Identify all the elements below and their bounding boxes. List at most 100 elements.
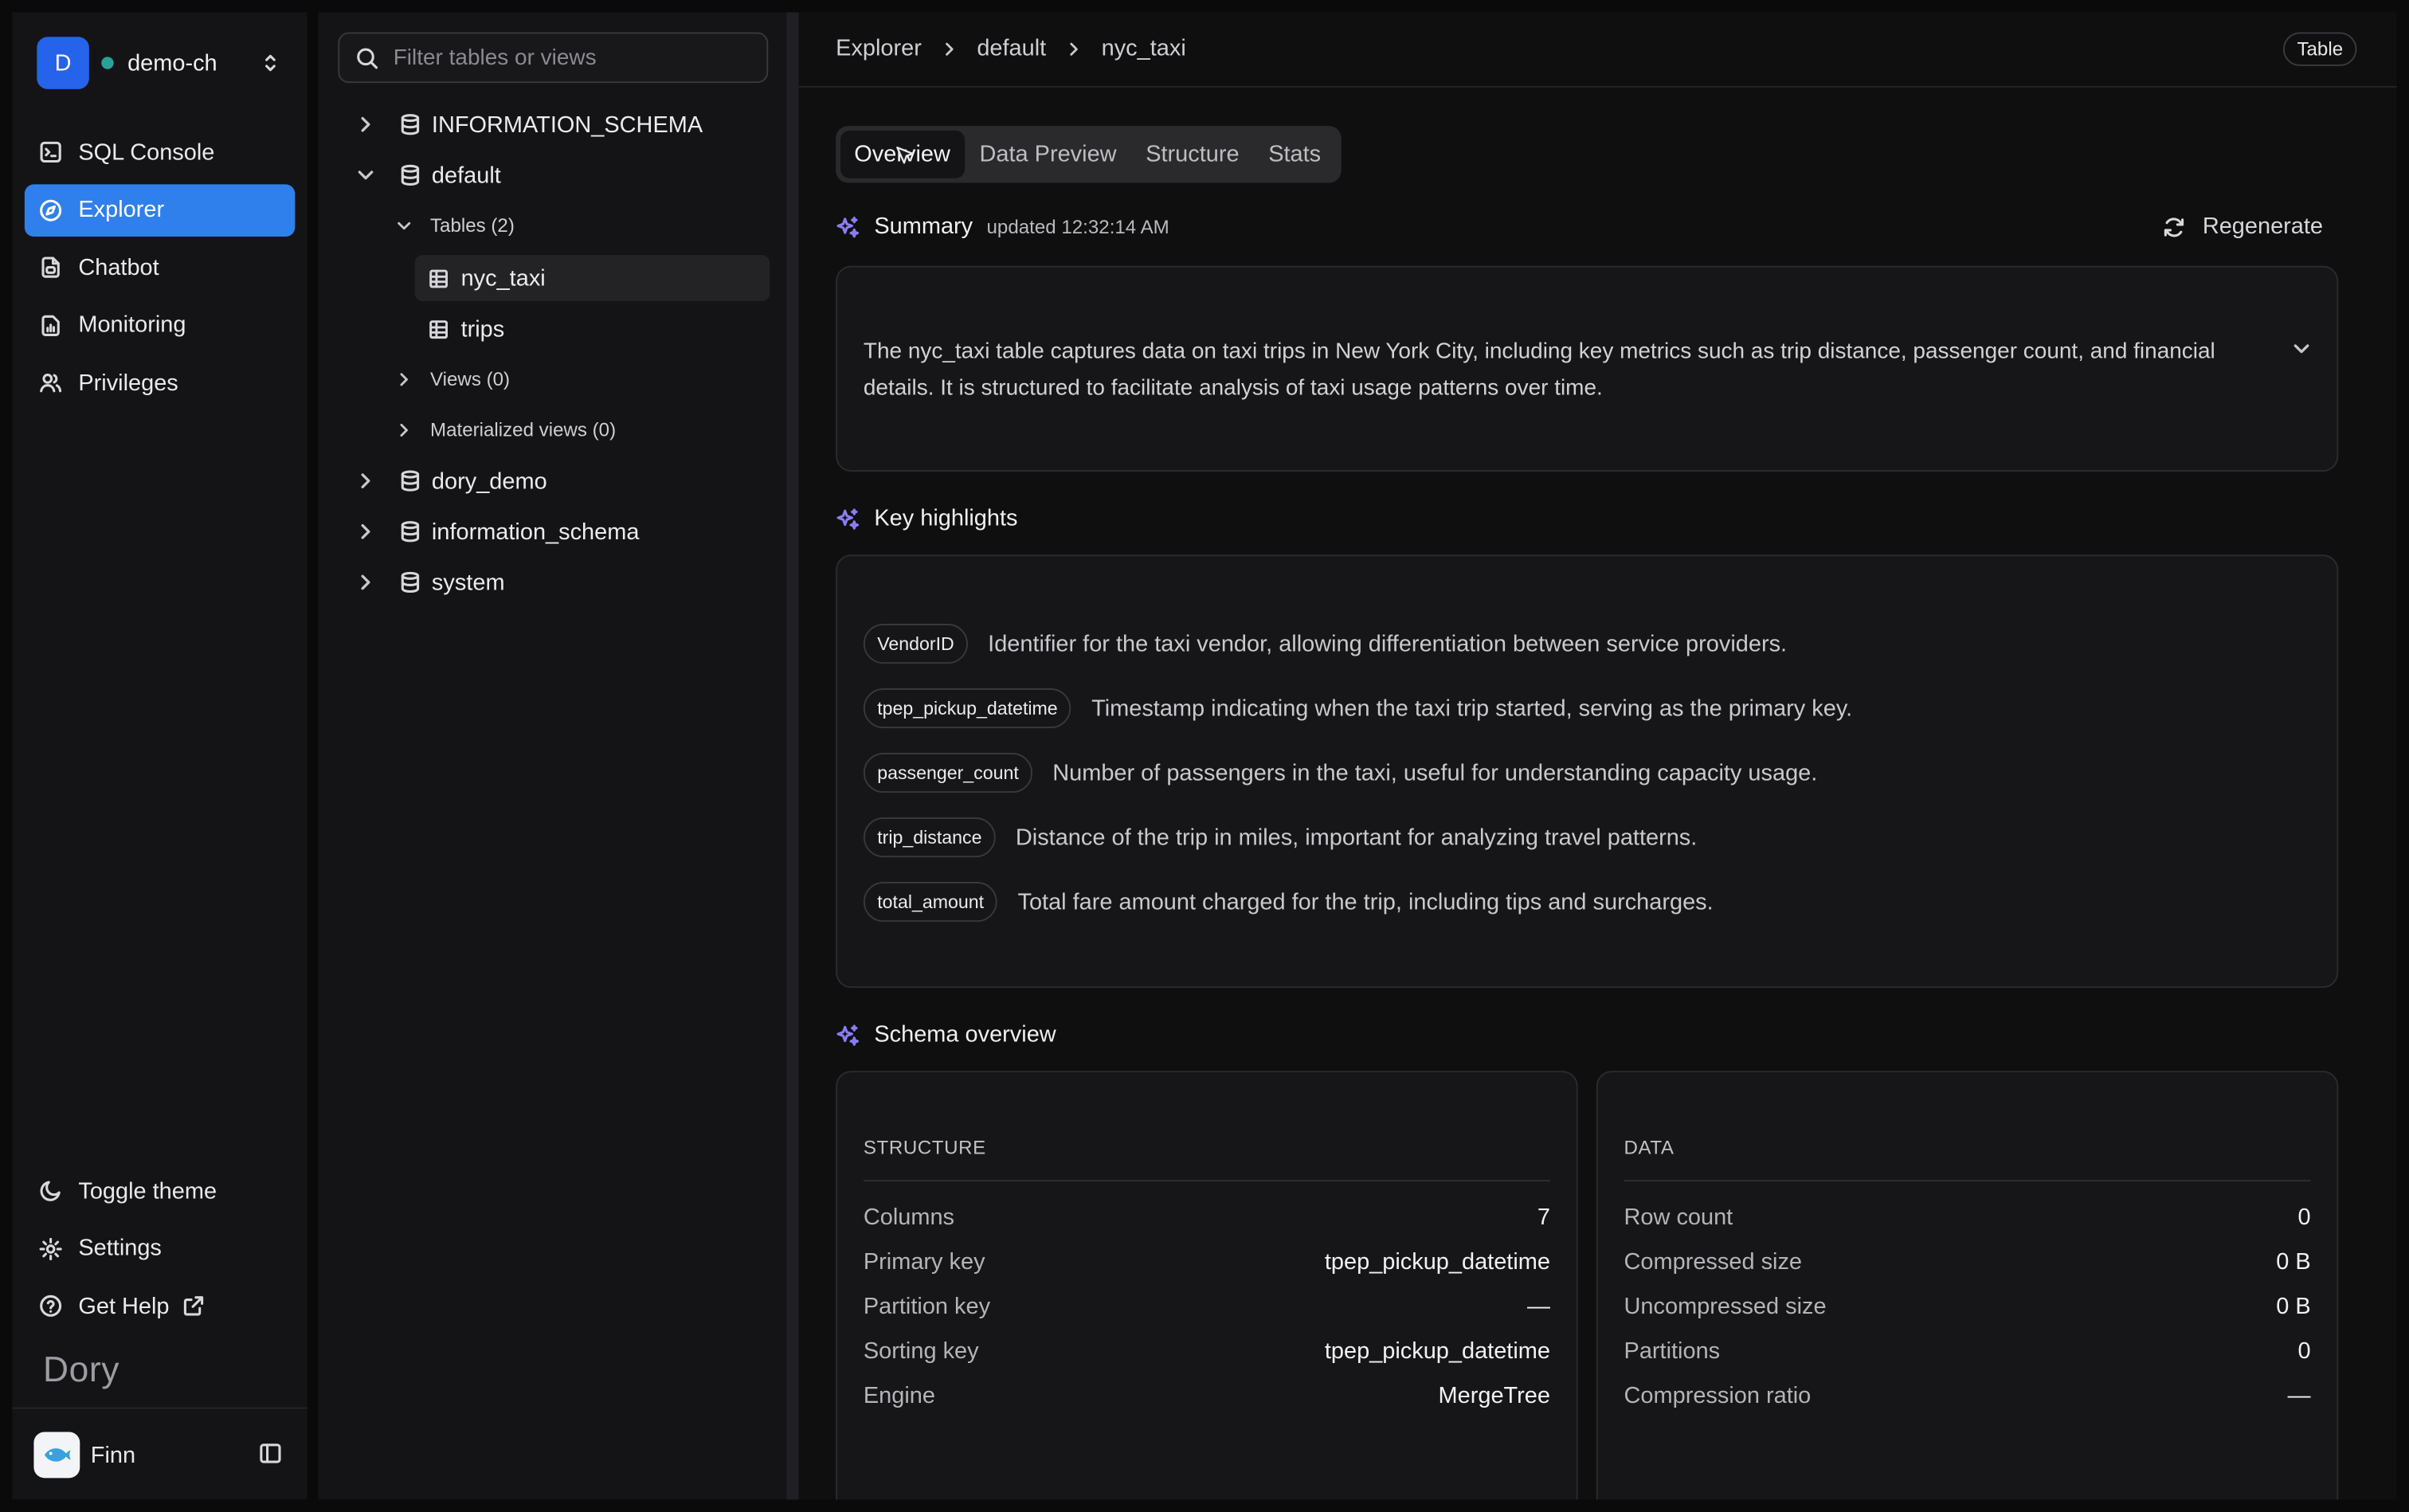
chevron-right-icon (361, 574, 370, 590)
divider (863, 1180, 1550, 1182)
tree-label: nyc_taxi (460, 264, 546, 292)
tree-db-information-schema[interactable]: information_schema (355, 508, 639, 554)
chatbot-icon (41, 257, 60, 278)
user-menu[interactable]: Finn (33, 1432, 136, 1479)
tree-db-default[interactable]: default (355, 152, 501, 198)
chevron-right-icon (400, 423, 408, 437)
schema-title: Schema overview (874, 1021, 1056, 1048)
structure-row: Primary key tpep_pickup_datetime (864, 1249, 1550, 1275)
summary-header: Summary updated 12:32:14 AM (836, 213, 1169, 240)
chevron-right-icon (400, 373, 408, 386)
sparkle-icon (836, 507, 860, 529)
nav-monitoring[interactable]: Monitoring (25, 299, 295, 351)
tab-data-preview[interactable]: Data Preview (966, 131, 1130, 178)
breadcrumb-explorer[interactable]: Explorer (836, 35, 922, 61)
structure-row: Sorting key tpep_pickup_datetime (864, 1338, 1550, 1365)
mouse-cursor-icon (896, 146, 914, 164)
regenerate-label: Regenerate (2202, 213, 2324, 240)
row-key: Primary key (863, 1248, 985, 1275)
tree-db-system[interactable]: system (355, 559, 505, 605)
tree-group-views[interactable]: Views (0) (395, 356, 510, 402)
highlight-text: Distance of the trip in miles, important… (1015, 824, 1698, 851)
avatar (33, 1432, 80, 1479)
divider (12, 1407, 307, 1409)
row-key: Uncompressed size (1624, 1293, 1827, 1320)
highlights-card: VendorID Identifier for the taxi vendor,… (836, 554, 2339, 989)
moon-icon (40, 1181, 61, 1201)
summary-card: The nyc_taxi table captures data on taxi… (836, 265, 2339, 472)
gear-icon (39, 1236, 62, 1260)
toggle-theme-button[interactable]: Toggle theme (25, 1165, 295, 1217)
main-content: Explorer default nyc_taxi Table Overview… (798, 12, 2397, 1500)
sidebar-toggle-icon[interactable] (258, 1441, 283, 1466)
tree-label: default (431, 162, 501, 189)
workspace-switcher[interactable]: D demo-ch (37, 37, 295, 89)
panel-resize-handle[interactable] (786, 12, 799, 1500)
nav-privileges[interactable]: Privileges (25, 356, 295, 409)
chevron-down-icon[interactable] (2291, 338, 2313, 359)
nav-label: Chatbot (78, 254, 159, 280)
row-key: Partitions (1624, 1338, 1721, 1365)
database-icon (401, 114, 420, 135)
row-value: 0 (2297, 1338, 2311, 1365)
highlight-item: trip_distance Distance of the trip in mi… (863, 817, 1698, 858)
nav-chatbot[interactable]: Chatbot (25, 241, 295, 294)
filter-box[interactable] (338, 32, 769, 84)
summary-updated: updated 12:32:14 AM (986, 215, 1169, 237)
database-icon (401, 470, 420, 492)
external-link-icon (184, 1296, 204, 1316)
row-key: Compression ratio (1624, 1382, 1812, 1409)
filter-input[interactable] (393, 45, 747, 70)
tree-label: dory_demo (431, 468, 547, 495)
schema-header: Schema overview (836, 1022, 1056, 1048)
sparkle-icon (836, 215, 860, 237)
table-icon (429, 268, 449, 288)
structure-row: Columns 7 (864, 1205, 1550, 1231)
tree-db-dory-demo[interactable]: dory_demo (355, 458, 547, 504)
row-value: MergeTree (1438, 1382, 1550, 1409)
table-icon (429, 319, 449, 339)
chevron-right-icon (1070, 41, 1078, 55)
settings-button[interactable]: Settings (25, 1222, 295, 1275)
terminal-icon (40, 141, 61, 163)
breadcrumb: Explorer default nyc_taxi (836, 35, 1186, 61)
tree-label: Views (0) (430, 368, 511, 390)
summary-title: Summary (874, 213, 973, 240)
fish-icon (44, 1448, 71, 1462)
tree-table-nyc-taxi[interactable]: nyc_taxi (414, 255, 770, 302)
highlight-item: passenger_count Number of passengers in … (863, 753, 1817, 793)
data-card: DATA Row count 0 Compressed size 0 B Uncom… (1596, 1071, 2339, 1500)
tree-group-tables[interactable]: Tables (2) (395, 203, 515, 249)
row-key: Compressed size (1624, 1248, 1803, 1275)
row-value: — (1527, 1293, 1550, 1320)
chevron-right-icon (945, 41, 954, 55)
highlights-title: Key highlights (874, 505, 1018, 532)
row-value: 0 B (2276, 1248, 2311, 1275)
search-icon (357, 47, 378, 69)
nav-sql-console[interactable]: SQL Console (25, 126, 295, 178)
refresh-icon (2164, 217, 2184, 237)
left-nav: D demo-ch SQL Console Explorer Chatbot M… (12, 12, 307, 1500)
tree-db-information-schema-upper[interactable]: INFORMATION_SCHEMA (355, 101, 703, 147)
get-help-link[interactable]: Get Help (25, 1280, 295, 1333)
nav-explorer[interactable]: Explorer (24, 183, 296, 237)
breadcrumb-database[interactable]: default (977, 35, 1046, 61)
workspace-avatar: D (37, 37, 89, 89)
divider (1624, 1180, 2311, 1182)
tree-label: Tables (2) (430, 215, 515, 237)
object-type-badge: Table (2283, 32, 2357, 66)
structure-label: STRUCTURE (863, 1137, 986, 1159)
breadcrumb-table: nyc_taxi (1101, 35, 1186, 62)
row-value: 7 (1537, 1205, 1550, 1231)
tab-structure[interactable]: Structure (1132, 131, 1253, 178)
chevron-updown-icon (265, 54, 276, 72)
help-icon (40, 1295, 62, 1317)
tab-stats[interactable]: Stats (1255, 131, 1335, 178)
column-pill: VendorID (863, 624, 969, 664)
compass-icon (40, 198, 62, 221)
structure-row: Engine MergeTree (864, 1383, 1550, 1409)
tree-table-trips[interactable]: trips (427, 306, 504, 352)
regenerate-button[interactable]: Regenerate (2161, 213, 2323, 240)
user-name: Finn (90, 1441, 136, 1468)
tree-group-materialized-views[interactable]: Materialized views (0) (395, 407, 616, 453)
